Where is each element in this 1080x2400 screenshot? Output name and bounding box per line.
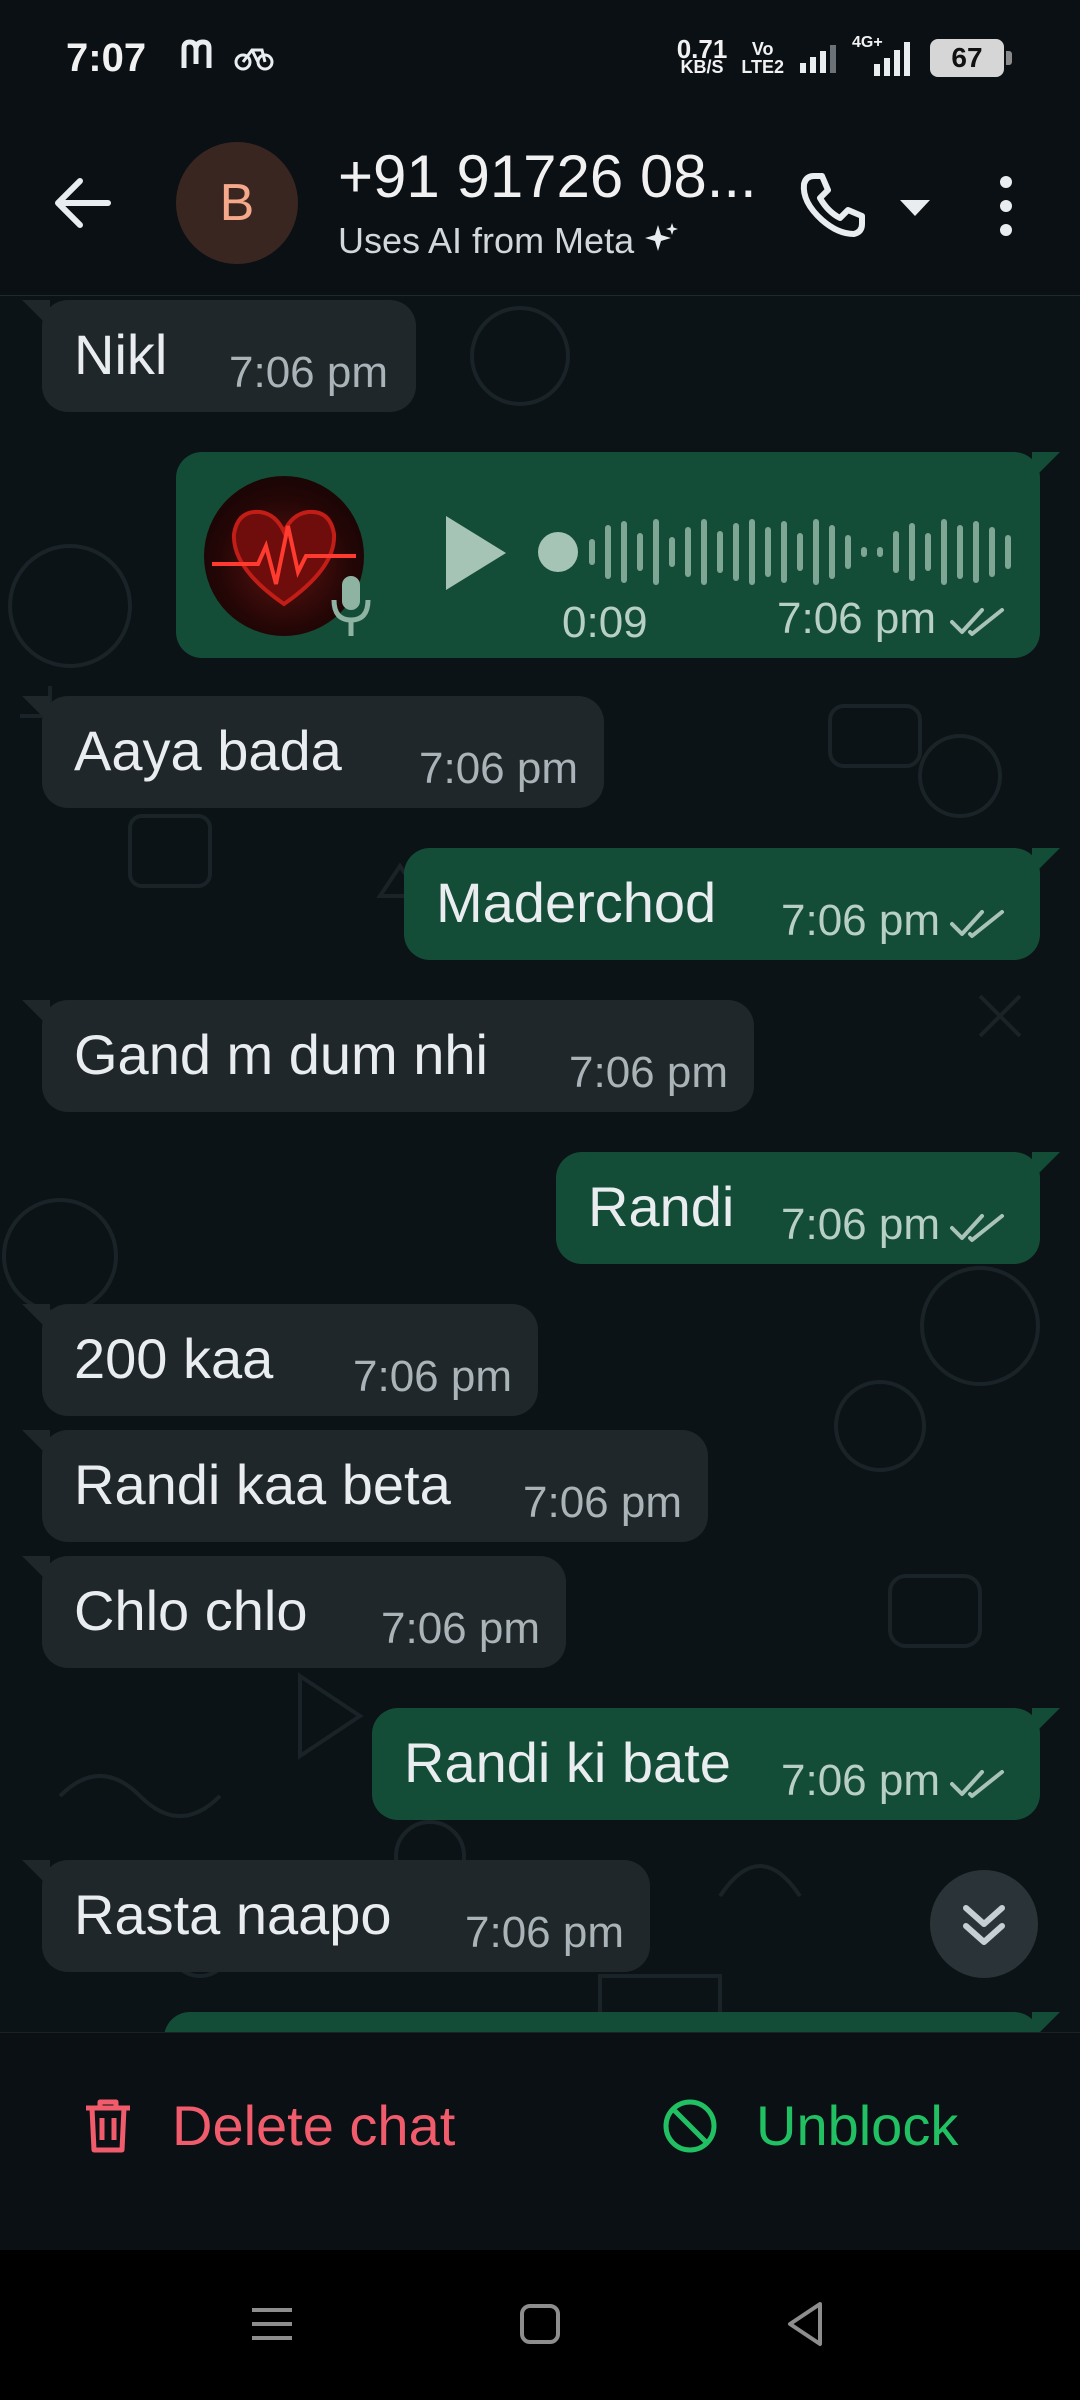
battery-icon: 67 (930, 39, 1012, 77)
menu-dot (1000, 176, 1012, 188)
incoming-message[interactable]: Aaya bada 7:06 pm (22, 696, 604, 808)
recent-apps-icon[interactable] (242, 2294, 302, 2354)
incoming-message[interactable]: Chlo chlo 7:06 pm (22, 1556, 566, 1668)
incoming-message[interactable]: Gand m dum nhi 7:06 pm (22, 1000, 754, 1112)
message-text: Chlo chlo (74, 1579, 308, 1642)
message-time: 7:06 pm (353, 1352, 512, 1401)
message-text: 200 kaa (74, 1327, 274, 1390)
net-speed-unit: KB/S (680, 57, 724, 77)
voice-waveform[interactable] (586, 516, 1026, 588)
chat-header: B +91 91726 08... Uses AI from Meta (0, 120, 1080, 296)
net-speed: 0.71 KB/S (676, 34, 728, 77)
bike-notification-icon (234, 48, 274, 71)
message-time: 7:06 pm (781, 1756, 940, 1805)
message-time: 7:06 pm (781, 896, 940, 945)
signal-icon (800, 45, 836, 73)
outgoing-voice-message[interactable]: 0:09 7:06 pm (176, 452, 1060, 658)
unblock-label: Unblock (756, 2094, 959, 2157)
voice-duration: 0:09 (562, 598, 648, 647)
blocked-actions-bar: Delete chat Unblock (0, 2032, 1080, 2250)
unblock-button[interactable]: Unblock (660, 2093, 958, 2158)
status-time: 7:07 (66, 36, 147, 80)
chat-area[interactable]: Nikl 7:06 pm 0:09 7:06 pm Aaya bada 7:06… (0, 296, 1080, 2032)
menu-dot (1000, 224, 1012, 236)
read-ticks-icon (950, 1214, 1004, 1242)
avatar[interactable]: B (176, 142, 298, 264)
message-text: Randi (588, 1175, 735, 1238)
more-vert-icon[interactable] (976, 166, 1036, 246)
outgoing-message-partial[interactable] (164, 2012, 1060, 2032)
back-nav-icon[interactable] (776, 2294, 836, 2354)
message-text: Rasta naapo (74, 1883, 392, 1946)
message-text: Nikl (74, 323, 168, 386)
outgoing-message[interactable]: Randi 7:06 pm (556, 1152, 1060, 1264)
message-time: 7:06 pm (419, 744, 578, 793)
message-time: 7:06 pm (781, 1200, 940, 1249)
incoming-message[interactable]: 200 kaa 7:06 pm (22, 1304, 538, 1416)
incoming-message[interactable]: Rasta naapo 7:06 pm (22, 1860, 650, 1972)
message-time: 7:06 pm (569, 1048, 728, 1097)
message-text: Aaya bada (74, 719, 342, 782)
trash-icon (86, 2099, 130, 2152)
sparkle-icon (645, 223, 679, 251)
signal-4g-icon: 4G+ (852, 34, 916, 78)
status-notification-icons (180, 38, 274, 72)
menu-dot (1000, 200, 1012, 212)
message-text: Randi kaa beta (74, 1453, 451, 1516)
playback-position-dot[interactable] (538, 532, 578, 572)
net-speed-value: 0.71 (676, 34, 728, 64)
phone-icon[interactable] (792, 166, 872, 246)
status-bar: 7:07 0.71 KB/S Vo LTE2 4G+ 67 (0, 0, 1080, 120)
message-text: Maderchod (436, 871, 717, 934)
scroll-to-bottom-button[interactable] (930, 1870, 1038, 1978)
block-icon (663, 2099, 717, 2152)
message-time: 7:06 pm (777, 594, 936, 643)
mic-icon (331, 576, 371, 636)
network-type: 4G+ (852, 34, 883, 51)
home-icon[interactable] (510, 2294, 570, 2354)
message-time: 7:06 pm (381, 1604, 540, 1653)
volte-bottom: LTE2 (741, 57, 784, 77)
delete-chat-label: Delete chat (172, 2094, 456, 2157)
delete-chat-button[interactable]: Delete chat (80, 2093, 455, 2158)
status-right: 0.71 KB/S Vo LTE2 4G+ 67 (676, 34, 1012, 78)
message-time: 7:06 pm (465, 1908, 624, 1957)
incoming-message[interactable]: Nikl 7:06 pm (22, 300, 416, 412)
volte-indicator: Vo LTE2 (741, 40, 784, 76)
play-icon[interactable] (434, 510, 514, 596)
read-ticks-icon (950, 608, 1004, 636)
subtitle-text: Uses AI from Meta (338, 220, 635, 261)
incoming-message[interactable]: Randi kaa beta 7:06 pm (22, 1430, 708, 1542)
outgoing-message[interactable]: Maderchod 7:06 pm (404, 848, 1060, 960)
message-time: 7:06 pm (523, 1478, 682, 1527)
chevron-down-icon[interactable] (890, 188, 940, 228)
system-nav-bar (0, 2250, 1080, 2400)
message-text: Gand m dum nhi (74, 1023, 488, 1086)
read-ticks-icon (950, 910, 1004, 938)
back-arrow-icon[interactable] (48, 170, 114, 236)
app-notification-icon (181, 39, 212, 68)
message-text: Randi ki bate (404, 1731, 731, 1794)
read-ticks-icon (950, 1770, 1004, 1798)
volte-top: Vo (751, 39, 774, 59)
outgoing-message[interactable]: Randi ki bate 7:06 pm (372, 1708, 1060, 1820)
contact-name[interactable]: +91 91726 08... (338, 142, 757, 211)
message-time: 7:06 pm (229, 348, 388, 397)
contact-subtitle: Uses AI from Meta (338, 220, 680, 262)
double-chevron-down-icon (963, 1905, 1005, 1945)
